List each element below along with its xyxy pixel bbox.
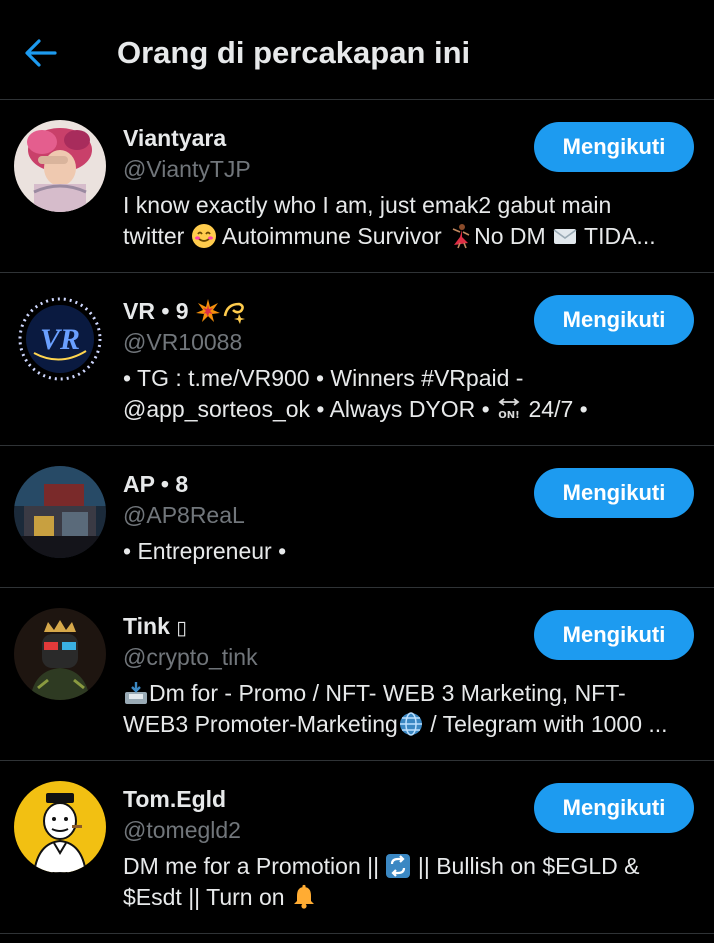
avatar[interactable]: VR (14, 293, 106, 385)
display-name-text: VR • 9 (123, 298, 195, 324)
user-bio: • Entrepreneur • (123, 536, 693, 567)
svg-text:ON!: ON! (498, 410, 519, 421)
profile-photo-icon (14, 781, 106, 873)
user-row-ap[interactable]: AP • 8 @AP8ReaL • Entrepreneur • Mengiku… (0, 446, 714, 588)
bio-line: @app_sorteos_ok • Always DYOR • ON! 24/7… (123, 394, 693, 425)
following-button[interactable]: Mengikuti (534, 468, 694, 518)
user-bio: DM me for a Promotion || || Bullish on $… (123, 851, 693, 913)
smiling-face-icon (191, 223, 217, 249)
bio-text: 24/7 • (522, 396, 588, 422)
bio-text: TIDA... (578, 223, 656, 249)
inbox-tray-icon (123, 680, 149, 706)
profile-photo-icon (14, 466, 106, 558)
display-name-text: Tink (123, 613, 177, 639)
avatar[interactable] (14, 781, 106, 873)
bio-text: DM me for a Promotion || (123, 853, 386, 879)
collision-icon (195, 298, 221, 324)
avatar[interactable] (14, 466, 106, 558)
page-title: Orang di percakapan ini (117, 35, 471, 70)
avatar[interactable] (14, 120, 106, 212)
user-bio: • TG : t.me/VR900 • Winners #VRpaid - @a… (123, 363, 693, 425)
envelope-icon (552, 223, 578, 249)
repeat-arrows-icon (385, 853, 411, 879)
bio-text: || Bullish on $EGLD & (411, 853, 640, 879)
dizzy-icon (221, 298, 247, 324)
unrendered-glyph: ▯ (176, 618, 187, 639)
bio-text: / Telegram with 1000 ... (423, 711, 668, 737)
arrow-left-icon (25, 39, 57, 67)
following-button[interactable]: Mengikuti (534, 610, 694, 660)
bio-text: No DM (474, 223, 553, 249)
user-bio: I know exactly who I am, just emak2 gabu… (123, 190, 693, 252)
user-bio: Dm for - Promo / NFT- WEB 3 Marketing, N… (123, 678, 693, 740)
avatar[interactable] (14, 608, 106, 700)
bio-line: Dm for - Promo / NFT- WEB 3 Marketing, N… (123, 678, 693, 709)
following-button[interactable]: Mengikuti (534, 783, 694, 833)
bio-line: WEB3 Promoter-Marketing / Telegram with … (123, 709, 693, 740)
bio-text: WEB3 Promoter-Marketing (123, 711, 398, 737)
bio-line: I know exactly who I am, just emak2 gabu… (123, 192, 612, 218)
bell-icon (291, 884, 317, 910)
user-row-tink[interactable]: Tink ▯ @crypto_tink Dm for - Promo / NFT… (0, 588, 714, 761)
bio-text: Dm for - Promo / NFT- WEB 3 Marketing, N… (149, 680, 626, 706)
bio-line: twitter Autoimmune Survivor No DM TIDA..… (123, 221, 693, 252)
bio-text: twitter (123, 223, 191, 249)
profile-photo-icon (14, 608, 106, 700)
bio-line: $Esdt || Turn on (123, 882, 693, 913)
bio-line: DM me for a Promotion || || Bullish on $… (123, 851, 693, 882)
bio-text: @app_sorteos_ok • Always DYOR • (123, 396, 497, 422)
dancer-icon (448, 223, 474, 249)
following-button[interactable]: Mengikuti (534, 295, 694, 345)
bio-line: • Entrepreneur • (123, 538, 287, 564)
user-row-tomegld[interactable]: Tom.Egld @tomegld2 DM me for a Promotion… (0, 761, 714, 934)
user-row-viantyara[interactable]: Viantyara @ViantyTJP I know exactly who … (0, 100, 714, 273)
profile-photo-icon (14, 120, 106, 212)
following-button[interactable]: Mengikuti (534, 122, 694, 172)
bio-text: Autoimmune Survivor (216, 223, 449, 249)
svg-text:VR: VR (40, 323, 80, 356)
back-button[interactable] (18, 30, 64, 76)
globe-icon (398, 711, 424, 737)
on-arrow-icon: ON! (496, 396, 522, 422)
bio-line: • TG : t.me/VR900 • Winners #VRpaid - (123, 365, 524, 391)
top-app-bar: Orang di percakapan ini (0, 0, 714, 100)
vr-logo-icon: VR (14, 293, 106, 385)
bio-text: $Esdt || Turn on (123, 884, 291, 910)
user-row-vr[interactable]: VR VR • 9 @VR10088 • TG : t.me/VR900 • W… (0, 273, 714, 446)
